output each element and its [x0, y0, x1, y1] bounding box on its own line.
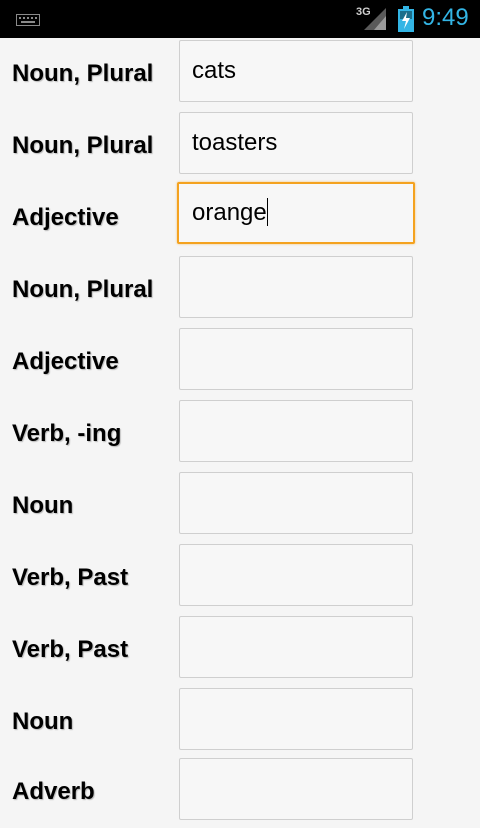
form-row: Verb, Past — [0, 614, 480, 686]
clock: 9:49 — [422, 4, 469, 31]
field-label: Adverb — [12, 778, 95, 805]
form-row: Noun, Plural cats — [0, 38, 480, 110]
battery-charging-icon — [396, 6, 416, 37]
field-label: Adjective — [12, 204, 119, 231]
field-label: Verb, Past — [12, 636, 129, 663]
word-input[interactable] — [179, 400, 413, 462]
field-label: Noun, Plural — [12, 132, 154, 159]
word-input[interactable] — [179, 328, 413, 390]
field-label: Adjective — [12, 348, 119, 375]
form-row: Verb, -ing — [0, 398, 480, 470]
word-input[interactable] — [179, 758, 413, 820]
form-row: Adverb — [0, 728, 480, 820]
input-value: toasters — [192, 129, 278, 156]
field-label: Verb, -ing — [12, 420, 122, 447]
madlib-form: Noun, Plural cats Noun, Plural toasters … — [0, 38, 480, 820]
input-value: orange — [192, 199, 267, 226]
word-input[interactable] — [179, 616, 413, 678]
field-label: Noun — [12, 492, 74, 519]
form-row: Noun, Plural toasters — [0, 110, 480, 182]
form-row: Noun, Plural — [0, 254, 480, 326]
form-row: Noun — [0, 470, 480, 542]
field-label: Noun, Plural — [12, 276, 154, 303]
word-input[interactable]: toasters — [179, 112, 413, 174]
status-bar: 3G 9:49 — [0, 0, 480, 38]
text-cursor — [266, 197, 268, 226]
input-value: cats — [192, 57, 237, 84]
word-input[interactable] — [179, 544, 413, 606]
field-label: Noun, Plural — [12, 60, 154, 87]
form-row: Adjective orange — [0, 182, 480, 254]
word-input[interactable]: cats — [179, 40, 413, 102]
word-input-focused[interactable]: orange — [177, 182, 415, 244]
form-row: Verb, Past — [0, 542, 480, 614]
keyboard-icon — [16, 13, 40, 31]
field-label: Verb, Past — [12, 564, 129, 591]
word-input[interactable] — [179, 472, 413, 534]
signal-icon — [362, 8, 386, 37]
word-input[interactable] — [179, 256, 413, 318]
form-row: Adjective — [0, 326, 480, 398]
